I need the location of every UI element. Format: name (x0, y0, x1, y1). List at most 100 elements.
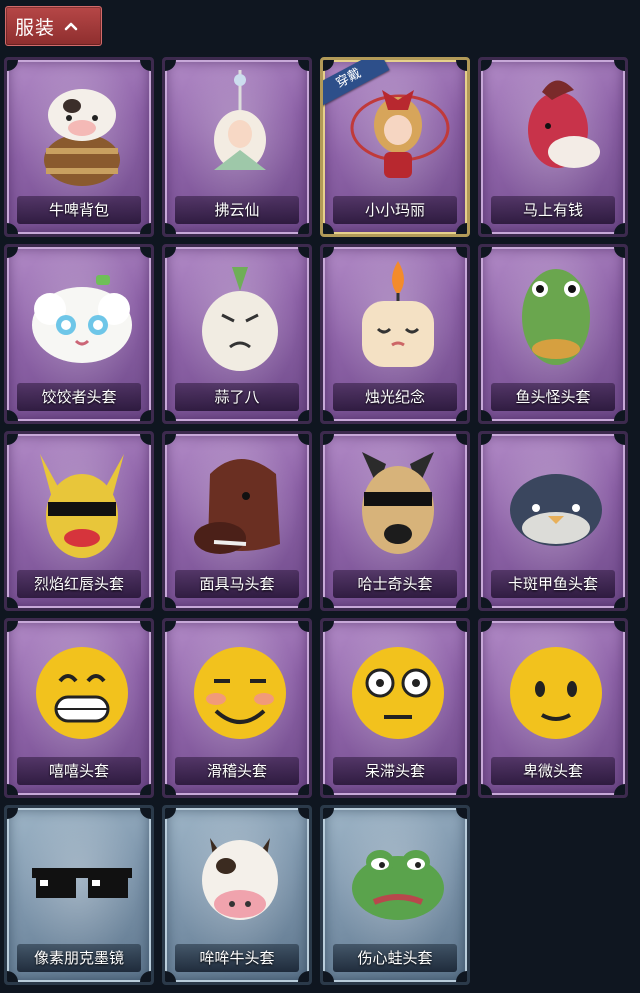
card-corner-notch (481, 60, 492, 71)
costume-card[interactable]: 穿戴 小小玛丽 (320, 57, 470, 237)
card-corner-notch (614, 597, 625, 608)
card-corner-notch (7, 621, 18, 632)
card-corner-notch (481, 597, 492, 608)
costume-section-header[interactable]: 服装 (5, 6, 102, 46)
card-corner-notch (165, 60, 176, 71)
costume-card-label: 牛啤背包 (17, 196, 141, 224)
costume-card[interactable]: 牛啤背包 (4, 57, 154, 237)
costume-card-label: 鱼头怪头套 (491, 383, 615, 411)
card-corner-notch (7, 597, 18, 608)
card-corner-notch (456, 597, 467, 608)
card-corner-notch (298, 784, 309, 795)
card-corner-notch (456, 410, 467, 421)
card-corner-notch (140, 621, 151, 632)
card-corner-notch (456, 621, 467, 632)
card-corner-notch (298, 410, 309, 421)
costume-card[interactable]: 嘻嘻头套 (4, 618, 154, 798)
card-corner-notch (7, 434, 18, 445)
horse-mask-icon (194, 459, 280, 554)
card-corner-notch (323, 621, 334, 632)
dumpling-mask-icon (32, 275, 132, 363)
costume-card[interactable]: 呆滞头套 (320, 618, 470, 798)
card-corner-notch (456, 60, 467, 71)
costume-card[interactable]: 烛光纪念 (320, 244, 470, 424)
card-corner-notch (7, 410, 18, 421)
card-corner-notch (456, 971, 467, 982)
costume-card[interactable]: 卑微头套 (478, 618, 628, 798)
card-corner-notch (140, 971, 151, 982)
costume-card-label: 伤心蛙头套 (333, 944, 457, 972)
costume-card-label: 像素朋克墨镜 (17, 944, 141, 972)
card-corner-notch (298, 223, 309, 234)
stunned-emoji-mask-icon (352, 647, 444, 739)
costume-card[interactable]: 烈焰红唇头套 (4, 431, 154, 611)
card-corner-notch (7, 247, 18, 258)
card-corner-notch (323, 808, 334, 819)
costume-card[interactable]: 伤心蛙头套 (320, 805, 470, 985)
card-corner-notch (614, 784, 625, 795)
card-corner-notch (165, 247, 176, 258)
costume-card[interactable]: 卡斑甲鱼头套 (478, 431, 628, 611)
card-corner-notch (140, 808, 151, 819)
pixel-sunglasses-icon (32, 868, 132, 898)
grin-emoji-mask-icon (36, 647, 128, 739)
costume-card-label: 呆滞头套 (333, 757, 457, 785)
card-corner-notch (323, 597, 334, 608)
card-corner-notch (140, 247, 151, 258)
costume-card-label: 马上有钱 (491, 196, 615, 224)
card-corner-notch (323, 60, 334, 71)
costume-card[interactable]: 滑稽头套 (162, 618, 312, 798)
card-corner-notch (614, 223, 625, 234)
cow-mask-icon (202, 838, 278, 920)
card-corner-notch (298, 60, 309, 71)
garlic-mask-icon (202, 267, 278, 371)
section-title: 服装 (15, 16, 56, 39)
costume-card-label: 拂云仙 (175, 196, 299, 224)
card-corner-notch (481, 434, 492, 445)
card-corner-notch (7, 784, 18, 795)
card-corner-notch (323, 410, 334, 421)
card-corner-notch (614, 247, 625, 258)
card-corner-notch (298, 247, 309, 258)
costume-card-label: 蒜了八 (175, 383, 299, 411)
card-corner-notch (614, 410, 625, 421)
card-corner-notch (140, 434, 151, 445)
costume-grid: 牛啤背包 拂云仙 穿戴 小小玛丽 马上有钱饺饺者头套 蒜了八 烛光纪念 鱼头怪头套烈焰红唇头套… (4, 57, 628, 985)
smirk-emoji-mask-icon (194, 647, 286, 739)
costume-card-label: 哈士奇头套 (333, 570, 457, 598)
card-corner-notch (165, 971, 176, 982)
costume-card[interactable]: 饺饺者头套 (4, 244, 154, 424)
card-corner-notch (456, 247, 467, 258)
costume-card[interactable]: 面具马头套 (162, 431, 312, 611)
card-corner-notch (140, 60, 151, 71)
fish-head-mask-icon (522, 269, 590, 365)
card-corner-notch (7, 223, 18, 234)
card-corner-notch (165, 223, 176, 234)
fairy-pendant-icon (214, 70, 266, 170)
costume-card[interactable]: 拂云仙 (162, 57, 312, 237)
costume-card-label: 饺饺者头套 (17, 383, 141, 411)
costume-card[interactable]: 像素朋克墨镜 (4, 805, 154, 985)
card-corner-notch (614, 434, 625, 445)
card-corner-notch (7, 971, 18, 982)
card-corner-notch (456, 784, 467, 795)
husky-mask-icon (362, 452, 434, 554)
card-corner-notch (481, 247, 492, 258)
costume-card[interactable]: 哈士奇头套 (320, 431, 470, 611)
costume-card[interactable]: 鱼头怪头套 (478, 244, 628, 424)
costume-card-label: 哞哞牛头套 (175, 944, 299, 972)
card-corner-notch (165, 784, 176, 795)
sad-frog-mask-icon (352, 850, 444, 920)
costume-card[interactable]: 蒜了八 (162, 244, 312, 424)
card-corner-notch (298, 621, 309, 632)
costume-card-label: 滑稽头套 (175, 757, 299, 785)
card-corner-notch (298, 808, 309, 819)
card-corner-notch (323, 971, 334, 982)
costume-card-label: 烈焰红唇头套 (17, 570, 141, 598)
card-corner-notch (323, 784, 334, 795)
card-corner-notch (481, 621, 492, 632)
costume-card[interactable]: 马上有钱 (478, 57, 628, 237)
card-corner-notch (140, 597, 151, 608)
costume-card[interactable]: 哞哞牛头套 (162, 805, 312, 985)
card-corner-notch (165, 597, 176, 608)
